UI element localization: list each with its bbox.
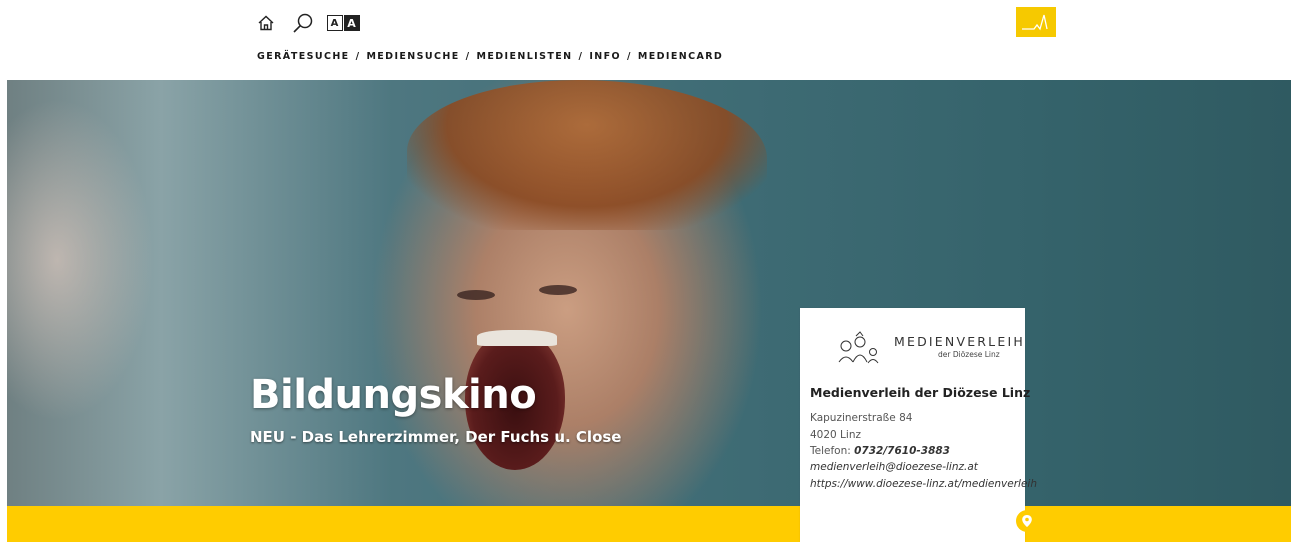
nav-separator: / [627,51,632,62]
nav-separator: / [465,51,471,62]
search-icon[interactable] [290,12,316,34]
hero-subtitle[interactable]: NEU - Das Lehrerzimmer, Der Fuchs u. Clo… [250,428,621,446]
nav-item-geraetesuche[interactable]: GERÄTESUCHE [257,51,350,62]
medienverleih-logo[interactable]: MEDIENVERLEIH der Diözese Linz [834,330,1023,366]
hero-banner[interactable]: Bildungskino NEU - Das Lehrerzimmer, Der… [7,80,1291,506]
nav-separator: / [355,51,361,62]
organization-name: Medienverleih der Diözese Linz [810,385,1031,400]
main-nav: GERÄTESUCHE / MEDIENSUCHE / MEDIENLISTEN / INF… [257,51,723,62]
website-link[interactable]: https://www.dioezese-linz.at/medienverle… [810,478,1037,490]
phone-line: Telefon: 0732/7610-3883 [810,445,950,457]
font-size-large-label: A [343,15,360,31]
hero-title[interactable]: Bildungskino [250,372,537,418]
site-header: A A GERÄTESUCHE / MEDIENSUCHE / MEDIENLISTEN… [0,0,1291,80]
hero-image-teeth [477,330,557,346]
phone-link[interactable]: 0732/7610-3883 [854,445,950,457]
home-icon[interactable] [255,12,277,34]
brand-subtitle: der Diözese Linz [938,350,1000,359]
map-pin-icon[interactable] [1016,510,1038,532]
brand-name: MEDIENVERLEIH [894,334,1025,349]
phone-label: Telefon: [810,445,855,457]
address-street: Kapuzinerstraße 84 [810,412,913,424]
email-link[interactable]: medienverleih@dioezese-linz.at [810,461,978,473]
yellow-accent-bar [7,506,1291,542]
nav-separator: / [578,51,584,62]
nav-item-mediensuche[interactable]: MEDIENSUCHE [366,51,459,62]
font-size-small-label: A [326,15,343,31]
font-size-toggle-button[interactable]: A A [325,12,361,34]
address-city: 4020 Linz [810,429,861,441]
nav-item-mediencard[interactable]: MEDIENCARD [638,51,723,62]
nav-item-medienlisten[interactable]: MEDIENLISTEN [477,51,573,62]
pulse-logo-icon[interactable] [1016,7,1056,37]
contact-card: MEDIENVERLEIH der Diözese Linz Medienver… [800,308,1038,542]
hero-image-eye [457,290,495,300]
nav-item-info[interactable]: INFO [589,51,621,62]
hero-image-eye [539,285,577,295]
people-drawing-icon [838,331,879,364]
